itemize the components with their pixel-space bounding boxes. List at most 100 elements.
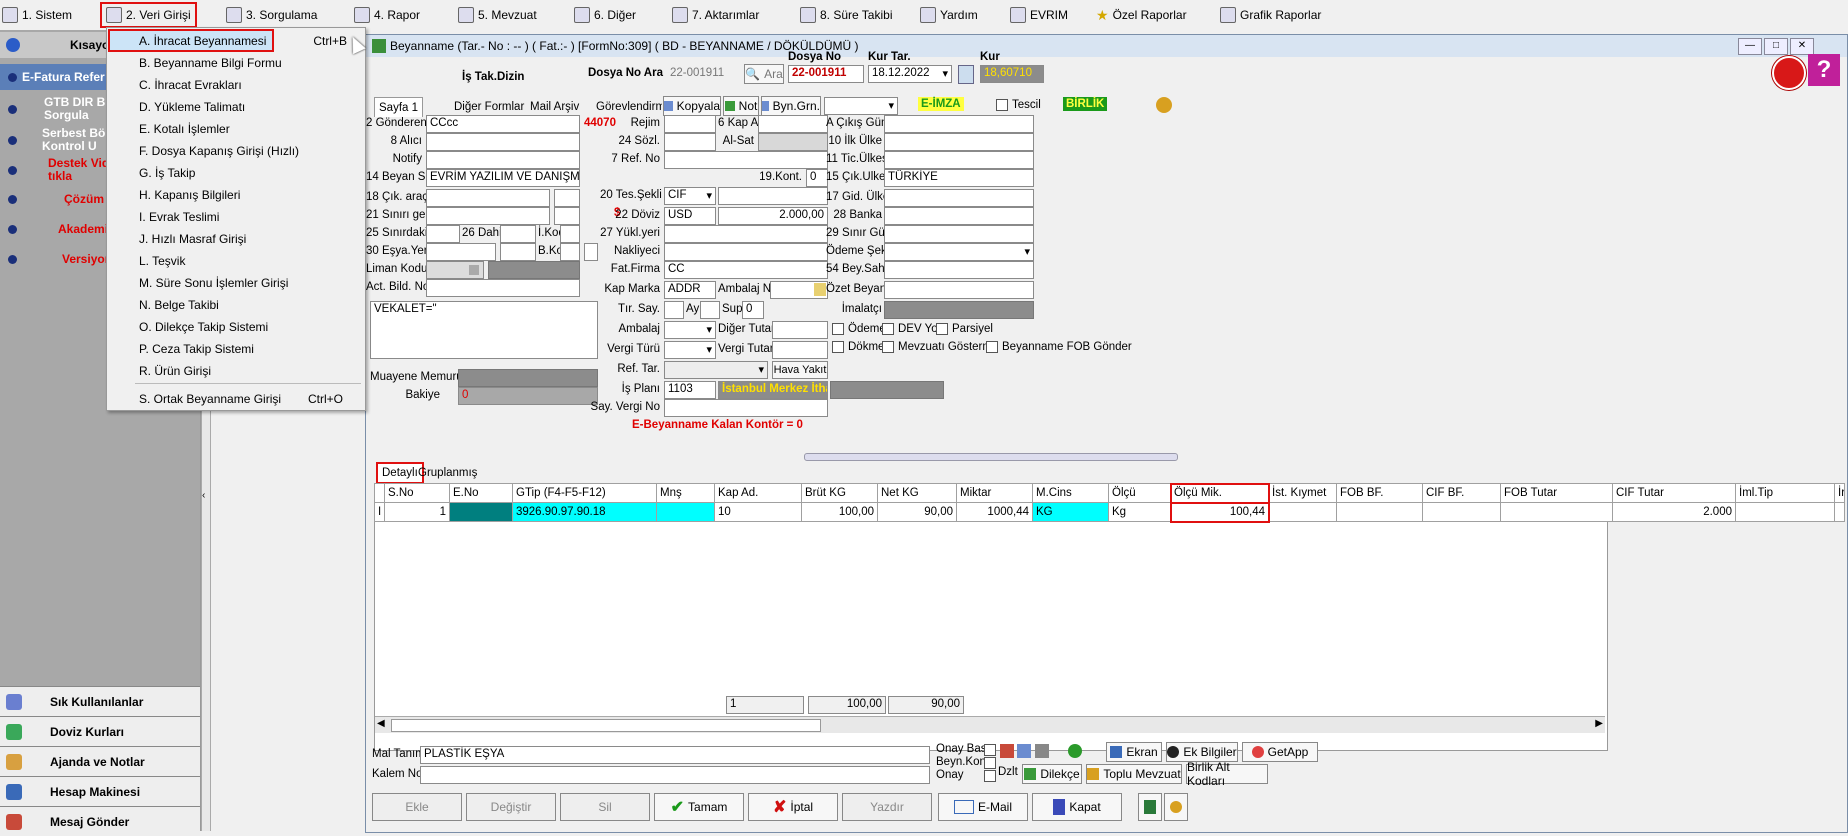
col-iml-tip[interactable]: İml.Tip bbox=[1735, 483, 1835, 503]
menu-sure-takibi[interactable]: 8. Süre Takibi bbox=[800, 6, 893, 24]
fob-gonder-checkbox[interactable]: Beyanname FOB Gönder bbox=[986, 341, 1132, 353]
coins-icon[interactable] bbox=[1156, 97, 1172, 113]
cell-ir[interactable] bbox=[1834, 502, 1845, 522]
gonderen-field[interactable]: CCcc bbox=[426, 115, 580, 133]
close-button[interactable]: ✕ bbox=[1790, 38, 1814, 55]
kap-marka-field[interactable]: ADDR bbox=[664, 281, 716, 299]
col-net[interactable]: Net KG bbox=[877, 483, 957, 503]
vergi-turu-select[interactable] bbox=[664, 341, 716, 359]
banka-field[interactable] bbox=[884, 207, 1034, 225]
is-tak-dizin-label[interactable]: İş Tak.Dizin bbox=[462, 71, 524, 83]
menu-item-dosya-kapanis[interactable]: F. Dosya Kapanış Girişi (Hızlı) bbox=[109, 140, 363, 161]
parsiyel-checkbox[interactable]: Parsiyel bbox=[936, 323, 993, 335]
tab-sayfa1[interactable]: Sayfa 1 bbox=[374, 97, 423, 117]
say-vergi-field[interactable] bbox=[664, 399, 828, 417]
act-bild-field[interactable] bbox=[426, 279, 580, 297]
menu-item-ihracat-beyannamesi[interactable]: A. İhracat Beyannamesi bbox=[108, 29, 274, 52]
calendar-icon[interactable] bbox=[958, 65, 974, 84]
col-mns[interactable]: Mnş bbox=[656, 483, 715, 503]
settings-button[interactable] bbox=[1164, 793, 1188, 821]
mevzuat-checkbox[interactable]: Mevzuatı Gösterme bbox=[882, 341, 998, 353]
sup-field[interactable]: 0 bbox=[742, 301, 764, 319]
menu-item-beyanname-bilgi-formu[interactable]: B. Beyanname Bilgi Formu bbox=[109, 52, 363, 73]
print-icon[interactable] bbox=[1034, 744, 1049, 758]
cell-mns[interactable] bbox=[656, 502, 715, 522]
lookup-icon[interactable] bbox=[469, 265, 479, 275]
col-eno[interactable]: E.No bbox=[449, 483, 513, 503]
kur-tar-field[interactable]: 18.12.2022 bbox=[868, 65, 952, 83]
kont-field[interactable]: 0 bbox=[806, 169, 828, 187]
tab-gruplanmis[interactable]: Gruplanmış bbox=[414, 464, 481, 482]
help-icon[interactable]: ? bbox=[1808, 54, 1840, 86]
esya-yeri-field[interactable] bbox=[426, 243, 496, 261]
onay-bas-checkbox[interactable] bbox=[984, 744, 996, 756]
liman-field[interactable] bbox=[426, 261, 484, 279]
bkod-extra[interactable] bbox=[584, 243, 598, 261]
grid-splitter[interactable] bbox=[804, 453, 1178, 461]
doviz-field[interactable]: USD bbox=[664, 207, 716, 225]
cell-brut[interactable]: 100,00 bbox=[801, 502, 878, 522]
col-gtip[interactable]: GTip (F4-F5-F12) bbox=[512, 483, 657, 503]
tab-gorevlendirme[interactable]: Görevlendirme bbox=[592, 97, 662, 116]
getapp-button[interactable]: GetApp bbox=[1242, 742, 1318, 762]
col-fob-bf[interactable]: FOB BF. bbox=[1336, 483, 1423, 503]
onay-checkbox[interactable] bbox=[984, 770, 996, 782]
menu-diger[interactable]: 6. Diğer bbox=[574, 6, 636, 24]
col-cif-bf[interactable]: CIF BF. bbox=[1422, 483, 1501, 503]
cell-fob-tutar[interactable] bbox=[1500, 502, 1613, 522]
col-mcins[interactable]: M.Cins bbox=[1032, 483, 1109, 503]
sinir-gum-field[interactable] bbox=[884, 225, 1034, 243]
menu-item-belge-takibi[interactable]: N. Belge Takibi bbox=[109, 294, 363, 315]
birlik-alt-button[interactable]: Birlik Alt Kodları bbox=[1186, 760, 1268, 788]
menu-ozel-raporlar[interactable]: ★ Özel Raporlar bbox=[1096, 6, 1187, 24]
kur-field[interactable]: 18,60710 bbox=[980, 65, 1044, 83]
cik-ulke-field[interactable]: TÜRKİYE bbox=[884, 169, 1034, 187]
menu-item-dilekce-takip[interactable]: O. Dilekçe Takip Sistemi bbox=[109, 316, 363, 337]
kapat-button[interactable]: Kapat bbox=[1032, 793, 1122, 821]
menu-veri-girisi[interactable]: 2. Veri Girişi bbox=[100, 2, 197, 28]
cell-net[interactable]: 90,00 bbox=[877, 502, 957, 522]
menu-item-is-takip[interactable]: G. İş Takip bbox=[109, 162, 363, 183]
col-sno[interactable]: S.No bbox=[384, 483, 450, 503]
tab-diger-formlar[interactable]: Diğer Formlar bbox=[450, 97, 528, 116]
minimize-button[interactable]: — bbox=[1738, 38, 1762, 55]
notify-field[interactable] bbox=[426, 151, 580, 169]
cell-mcins[interactable]: KG bbox=[1032, 502, 1109, 522]
dev-yok-checkbox[interactable]: DEV Yok bbox=[882, 323, 943, 335]
grid-hscroll[interactable]: ◀ ▶ bbox=[375, 716, 1605, 733]
maximize-button[interactable]: □ bbox=[1764, 38, 1788, 55]
kopyala-button[interactable]: Kopyala bbox=[663, 96, 721, 116]
menu-sistem[interactable]: 1. Sistem bbox=[2, 6, 72, 24]
birlik-badge[interactable]: BİRLİK bbox=[1063, 97, 1108, 111]
tamam-button[interactable]: ✔ Tamam bbox=[654, 793, 744, 821]
cell-kap-ad[interactable]: 10 bbox=[714, 502, 802, 522]
rejim-field[interactable] bbox=[664, 115, 716, 133]
scroll-right-icon[interactable]: ▶ bbox=[1595, 718, 1603, 729]
doc-icon[interactable] bbox=[1017, 744, 1032, 758]
menu-mevzuat[interactable]: 5. Mevzuat bbox=[458, 6, 537, 24]
scroll-left-icon[interactable]: ◀ bbox=[377, 718, 385, 729]
e-imza-badge[interactable]: E-İMZA bbox=[918, 97, 964, 111]
collapse-icon[interactable]: ‹ bbox=[202, 490, 205, 501]
cell-cif-tutar[interactable]: 2.000 bbox=[1612, 502, 1736, 522]
sinirdaki-field[interactable] bbox=[426, 225, 460, 243]
beyn-kont-checkbox[interactable] bbox=[984, 757, 996, 769]
col-miktar[interactable]: Miktar bbox=[956, 483, 1033, 503]
menu-sorgulama[interactable]: 3. Sorgulama bbox=[226, 6, 317, 24]
menu-item-ortak-beyanname[interactable]: S. Ortak Beyanname Girişi Ctrl+O bbox=[109, 388, 363, 409]
menu-item-kapanis-bilgileri[interactable]: H. Kapanış Bilgileri bbox=[109, 184, 363, 205]
tescil-checkbox[interactable]: Tescil bbox=[996, 99, 1041, 111]
ay-field[interactable] bbox=[700, 301, 720, 319]
users-icon[interactable] bbox=[1000, 744, 1014, 758]
edit-icon[interactable] bbox=[814, 283, 826, 296]
dosya-no-field[interactable]: 22-001911 bbox=[788, 65, 864, 83]
beyan-field[interactable]: EVRİM YAZILIM VE DANIŞMANLIK bbox=[426, 169, 580, 187]
toplu-mevzuat-button[interactable]: Toplu Mevzuat bbox=[1086, 764, 1182, 784]
menu-grafik-raporlar[interactable]: Grafik Raporlar bbox=[1220, 6, 1321, 24]
byn-grn-select[interactable] bbox=[824, 97, 898, 115]
odeme-sekli-select[interactable] bbox=[884, 243, 1034, 261]
ozet-beyan-field[interactable] bbox=[884, 281, 1034, 299]
alici-field[interactable] bbox=[426, 133, 580, 151]
tes-sekli-extra[interactable] bbox=[718, 187, 828, 205]
degistir-button[interactable]: Değiştir bbox=[466, 793, 556, 821]
